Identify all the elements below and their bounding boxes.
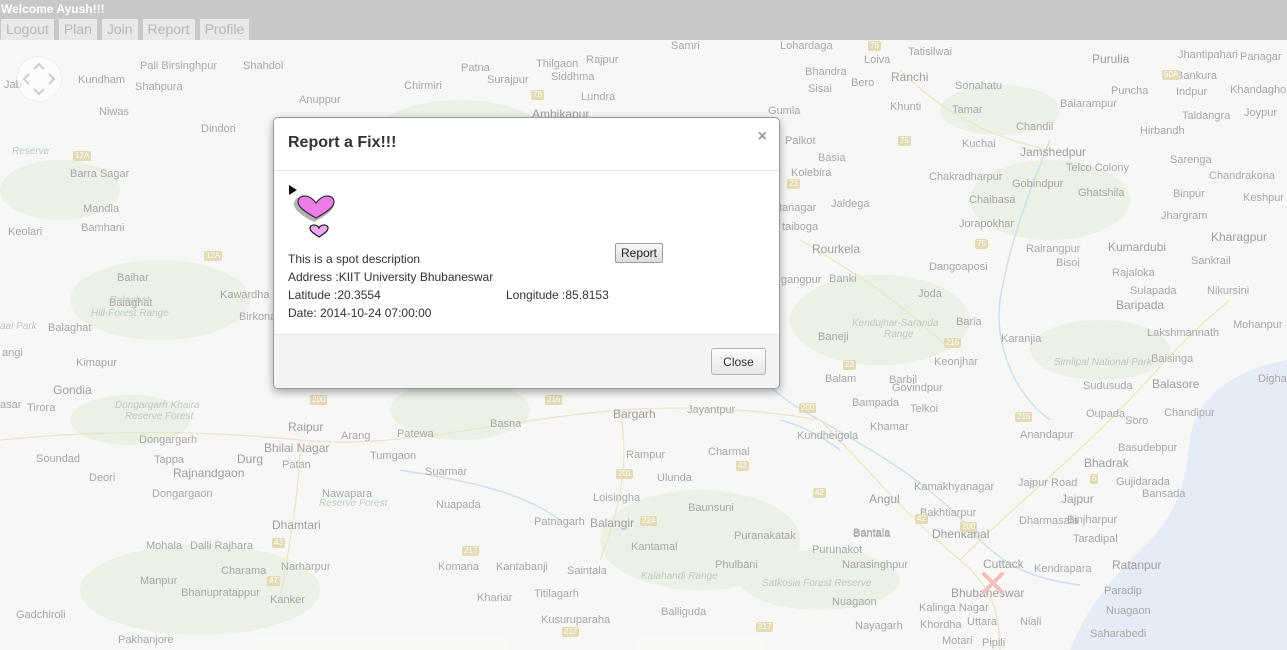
nav-profile[interactable]: Profile <box>199 19 250 40</box>
spot-description: This is a spot description <box>288 252 421 266</box>
modal-footer: Close <box>274 334 779 388</box>
report-fix-modal: Report a Fix!!! × This is a spot descrip… <box>273 117 780 389</box>
nav-menu: Logout Plan Join Report Profile <box>1 19 250 40</box>
nav-logout[interactable]: Logout <box>1 19 54 40</box>
modal-close-icon[interactable]: × <box>758 128 767 146</box>
close-button[interactable]: Close <box>711 348 766 375</box>
heart-icon <box>294 195 335 222</box>
spot-longitude: Longitude :85.8153 <box>506 288 609 302</box>
modal-title: Report a Fix!!! <box>288 134 397 151</box>
spot-address: Address :KIIT University Bhubaneswar <box>288 270 494 284</box>
nav-join[interactable]: Join <box>101 19 138 40</box>
top-bar: Welcome Ayush!!! Logout Plan Join Report… <box>0 0 1287 40</box>
nav-report[interactable]: Report <box>142 19 195 40</box>
report-button[interactable]: Report <box>615 243 663 263</box>
spot-latitude: Latitude :20.3554 <box>288 288 381 302</box>
spot-date: Date: 2014-10-24 07:00:00 <box>288 306 432 320</box>
nav-plan[interactable]: Plan <box>58 19 97 40</box>
modal-header: Report a Fix!!! × <box>274 118 779 171</box>
small-heart-icon <box>309 224 329 238</box>
modal-body: This is a spot description Address :KIIT… <box>274 171 779 335</box>
welcome-text: Welcome Ayush!!! <box>1 2 105 16</box>
